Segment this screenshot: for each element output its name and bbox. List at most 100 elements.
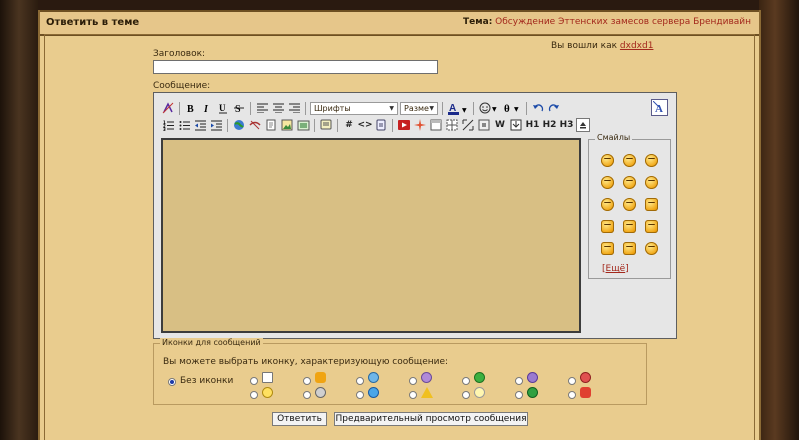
grin-icon[interactable] (645, 154, 658, 167)
underline-button[interactable]: U (216, 101, 230, 115)
strikethrough-button[interactable]: S (232, 101, 246, 115)
toolbar-row-1: B I U S Шрифты▼ Разме▼ A▼ ▼ θ▼ (161, 100, 561, 116)
heading-3-button[interactable]: H3 (559, 118, 574, 132)
post-icon-radio[interactable] (250, 377, 258, 385)
php-button[interactable] (374, 118, 388, 132)
post-icon-radio[interactable] (303, 377, 311, 385)
redo-button[interactable] (547, 101, 561, 115)
download-button[interactable] (509, 118, 523, 132)
hide-button[interactable] (477, 118, 491, 132)
post-icon-radio[interactable] (409, 391, 417, 399)
smiley-menu-button[interactable]: ▼ (478, 101, 500, 115)
post-icon-radio[interactable] (356, 377, 364, 385)
indent-button[interactable] (209, 118, 223, 132)
undo-button[interactable] (531, 101, 545, 115)
big-smile-icon[interactable] (623, 154, 636, 167)
smiley-menu-icon: ▼ (479, 102, 497, 114)
post-icon-radio[interactable] (568, 377, 576, 385)
insert-attachment-button[interactable] (296, 118, 310, 132)
outdent-icon (194, 120, 206, 130)
insert-link-button[interactable] (232, 118, 246, 132)
hash-button[interactable]: # (342, 118, 356, 132)
spoiler-button[interactable] (429, 118, 443, 132)
ordered-list-button[interactable]: 123 (161, 118, 175, 132)
heading-1-button[interactable]: H1 (525, 118, 540, 132)
confused-icon[interactable] (645, 242, 658, 255)
more-tools-button[interactable] (576, 118, 590, 132)
align-center-button[interactable] (271, 101, 285, 115)
clear-format-button[interactable] (161, 101, 175, 115)
warning-icon (421, 387, 433, 398)
post-icon-radio[interactable] (409, 377, 417, 385)
size-select[interactable]: Разме ▼ (400, 101, 438, 115)
pointing-hand-icon[interactable] (645, 220, 658, 233)
post-icon-radio[interactable] (250, 391, 258, 399)
post-icon-radio[interactable] (462, 391, 470, 399)
toolbar-separator (442, 101, 443, 115)
font-color-button[interactable]: A ▼ (447, 101, 469, 115)
size-select-label: Разме (404, 103, 429, 113)
clear-format-icon (162, 102, 174, 114)
post-icon-radio[interactable] (356, 391, 364, 399)
green-helmet-icon (474, 372, 485, 383)
align-left-button[interactable] (255, 101, 269, 115)
preview-button[interactable]: Предварительный просмотр сообщения (334, 412, 528, 426)
post-icon-radio[interactable] (568, 391, 576, 399)
wink-icon[interactable] (601, 176, 614, 189)
indent-icon (210, 120, 222, 130)
topic-name[interactable]: Обсуждение Эттенских замесов сервера Бре… (495, 17, 751, 27)
insert-email-button[interactable] (264, 118, 278, 132)
svg-text:▼: ▼ (462, 107, 467, 114)
bold-button[interactable]: B (184, 101, 198, 115)
post-icon-radio[interactable] (515, 377, 523, 385)
stop-hand-icon[interactable] (623, 220, 636, 233)
message-textarea[interactable] (161, 138, 581, 333)
background-right-art (759, 0, 799, 440)
resize-button[interactable] (461, 118, 475, 132)
post-icon-radio[interactable] (303, 391, 311, 399)
youtube-button[interactable] (397, 118, 411, 132)
thumbs-up-icon[interactable] (645, 198, 658, 211)
victory-icon[interactable] (623, 242, 636, 255)
logged-in-text: Вы вошли как (551, 41, 618, 51)
heading-2-button[interactable]: H2 (542, 118, 557, 132)
image-icon (281, 119, 293, 131)
more-smilies-link[interactable]: [Ещё] (602, 264, 629, 274)
subject-label: Заголовок: (153, 49, 206, 59)
username-link[interactable]: dxdxd1 (620, 41, 654, 51)
quote-button[interactable] (319, 118, 333, 132)
insert-image-button[interactable] (280, 118, 294, 132)
font-select[interactable]: Шрифты ▼ (310, 101, 398, 115)
lightbulb-icon (474, 387, 485, 398)
no-icon-radio[interactable] (168, 378, 176, 386)
subject-input[interactable] (153, 60, 438, 74)
embarrassed-icon[interactable] (601, 198, 614, 211)
topic-info: Тема: Обсуждение Эттенских замесов серве… (463, 17, 751, 27)
italic-button[interactable]: I (200, 101, 214, 115)
cool-icon[interactable] (623, 176, 636, 189)
align-right-button[interactable] (287, 101, 301, 115)
toolbar-separator (392, 118, 393, 132)
crying-icon[interactable] (645, 176, 658, 189)
angry-icon[interactable] (623, 198, 636, 211)
panel-titlebar: Ответить в теме Тема: Обсуждение Эттенск… (40, 10, 759, 36)
source-mode-icon: A (653, 101, 663, 114)
wiki-button[interactable]: W (493, 118, 507, 132)
toolbar-separator (227, 118, 228, 132)
unordered-list-button[interactable] (177, 118, 191, 132)
post-icon-radio[interactable] (515, 391, 523, 399)
pointing-up-icon[interactable] (601, 242, 614, 255)
thumbs-down-icon[interactable] (601, 220, 614, 233)
undo-icon (533, 104, 544, 112)
outdent-button[interactable] (193, 118, 207, 132)
remove-link-button[interactable] (248, 118, 262, 132)
smile-icon[interactable] (601, 154, 614, 167)
code-button[interactable]: <> (357, 118, 372, 132)
post-icon-radio[interactable] (462, 377, 470, 385)
special-chars-button[interactable]: θ ▼ (502, 101, 522, 115)
reply-button[interactable]: Ответить (272, 412, 327, 426)
image-frame-icon (297, 120, 309, 131)
table-button[interactable] (445, 118, 459, 132)
flash-button[interactable] (413, 118, 427, 132)
toggle-mode-button[interactable]: A (651, 99, 668, 116)
